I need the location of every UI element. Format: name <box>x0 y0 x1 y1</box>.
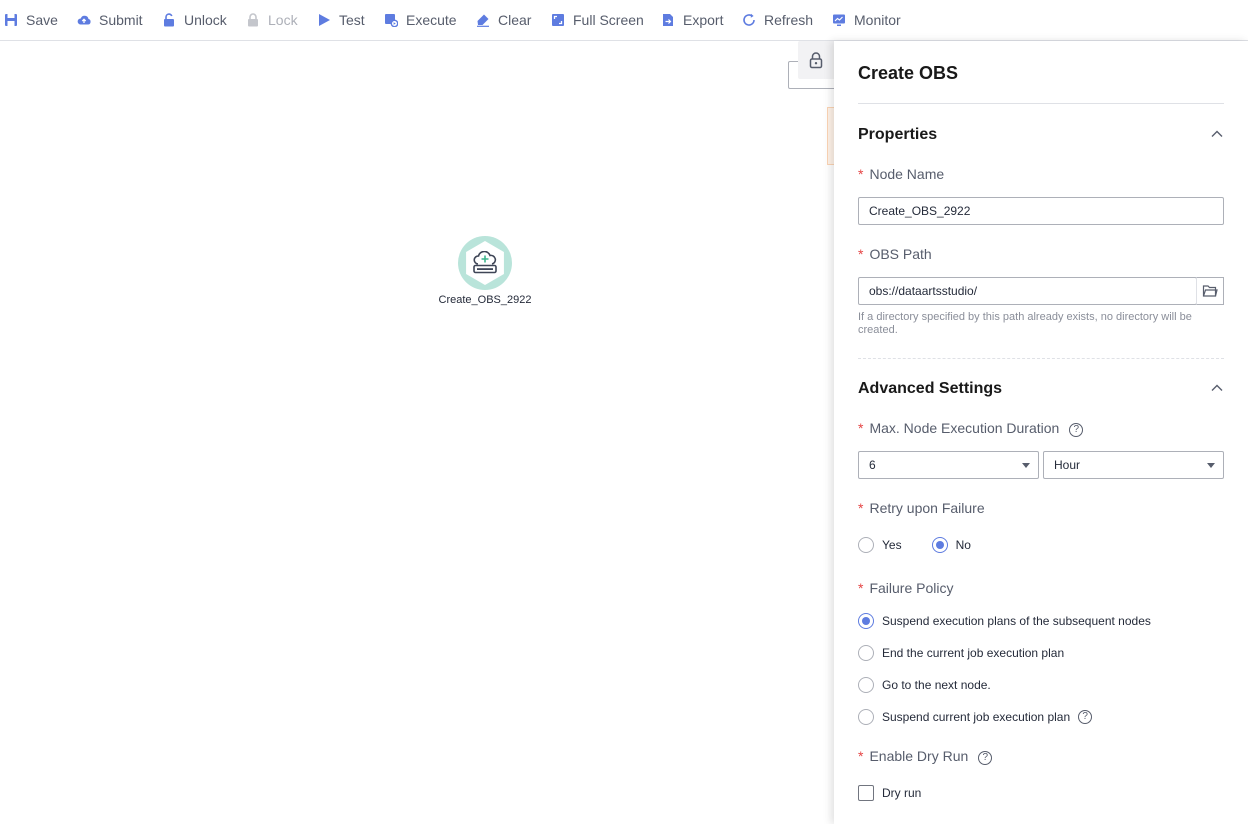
retry-yes-radio[interactable] <box>858 537 874 553</box>
panel-title: Create OBS <box>858 63 959 83</box>
retry-no-radio[interactable] <box>931 537 948 553</box>
monitor-label: Monitor <box>854 12 901 28</box>
save-label: Save <box>26 12 58 28</box>
policy-option[interactable]: Go to the next node. <box>858 677 991 693</box>
node-label: Create_OBS_2922 <box>438 294 532 306</box>
lock-label: Lock <box>268 12 298 28</box>
full-screen-button[interactable]: Full Screen <box>551 0 644 40</box>
execute-label: Execute <box>406 12 457 28</box>
node-name-label: * Node Name <box>858 166 945 182</box>
execute-icon <box>385 14 398 27</box>
node-name-label-text: Node Name <box>869 166 945 182</box>
unlock-label: Unlock <box>184 12 227 28</box>
monitor-button[interactable]: Monitor <box>832 0 901 40</box>
policy-option[interactable]: Suspend current job execution plan ? <box>858 709 1093 725</box>
help-icon[interactable]: ? <box>1078 710 1093 724</box>
workflow-node[interactable]: Create_OBS_2922 <box>430 236 540 306</box>
folder-icon <box>1202 285 1218 297</box>
toolbar: Save Submit Unlock Lock Test Execute Cle… <box>0 0 1248 41</box>
obs-path-input[interactable]: obs://dataartsstudio/ <box>858 277 1197 305</box>
browse-path-button[interactable] <box>1196 277 1224 305</box>
lock-icon <box>809 52 823 69</box>
policy-radio[interactable] <box>858 613 874 629</box>
dry-run-option-label[interactable]: Dry run <box>882 786 921 800</box>
submit-button[interactable]: Submit <box>77 0 143 40</box>
obs-path-label-text: OBS Path <box>869 246 932 262</box>
save-icon <box>5 14 17 26</box>
dry-run-checkbox[interactable] <box>858 785 874 801</box>
help-icon[interactable]: ? <box>978 751 993 765</box>
node-properties-panel: Create OBS Properties * Node Name Create_… <box>834 41 1248 824</box>
failure-policy-label: * Failure Policy <box>858 580 954 596</box>
properties-section-title: Properties <box>858 126 938 143</box>
eraser-icon <box>477 14 489 27</box>
retry-no-label[interactable]: No <box>956 538 971 552</box>
full-screen-label: Full Screen <box>573 12 644 28</box>
policy-option[interactable]: End the current job execution plan <box>858 645 1064 661</box>
policy-label[interactable]: Go to the next node. <box>882 678 991 692</box>
clear-label: Clear <box>498 12 532 28</box>
duration-value: 6 <box>869 458 876 472</box>
execute-button[interactable]: Execute <box>384 0 457 40</box>
retry-label: * Retry upon Failure <box>858 500 985 516</box>
caret-down-icon <box>1207 463 1215 468</box>
clear-button[interactable]: Clear <box>476 0 531 40</box>
chevron-up-icon[interactable] <box>1210 127 1224 141</box>
panel-lock-button[interactable] <box>798 41 834 79</box>
duration-unit: Hour <box>1054 458 1081 472</box>
lock-icon <box>248 13 258 27</box>
policy-label[interactable]: Suspend current job execution plan <box>882 710 1070 724</box>
retry-label-text: Retry upon Failure <box>869 500 985 516</box>
advanced-settings-title: Advanced Settings <box>858 380 1003 397</box>
section-divider <box>858 358 1224 359</box>
duration-value-select[interactable]: 6 <box>858 451 1039 479</box>
duration-unit-select[interactable]: Hour <box>1043 451 1224 479</box>
chevron-up-icon[interactable] <box>1210 381 1224 395</box>
dry-run-label: * Enable Dry Run? <box>858 748 993 765</box>
export-button[interactable]: Export <box>661 0 723 40</box>
workflow-canvas[interactable]: Create_OBS_2922 <box>0 41 834 824</box>
obs-path-label: * OBS Path <box>858 246 932 262</box>
monitor-icon <box>833 14 845 26</box>
failure-policy-label-text: Failure Policy <box>869 580 954 596</box>
submit-label: Submit <box>99 12 143 28</box>
retry-yes-label[interactable]: Yes <box>882 538 902 552</box>
policy-option[interactable]: Suspend execution plans of the subsequen… <box>858 613 1151 629</box>
cloud-storage-icon <box>473 251 497 274</box>
refresh-label: Refresh <box>764 12 814 28</box>
max-duration-label-text: Max. Node Execution Duration <box>869 420 1060 436</box>
caret-down-icon <box>1022 463 1030 468</box>
export-icon <box>663 14 673 26</box>
lock-button[interactable]: Lock <box>246 0 298 40</box>
fullscreen-icon <box>552 14 564 26</box>
policy-label[interactable]: Suspend execution plans of the subsequen… <box>882 614 1151 628</box>
policy-radio[interactable] <box>858 645 874 661</box>
test-button[interactable]: Test <box>317 0 365 40</box>
node-ring <box>458 236 512 290</box>
dry-run-option[interactable]: Dry run <box>858 785 921 801</box>
save-button[interactable]: Save <box>4 0 58 40</box>
export-label: Export <box>683 12 724 28</box>
play-icon <box>319 14 330 26</box>
unlock-button[interactable]: Unlock <box>162 0 227 40</box>
policy-radio[interactable] <box>858 677 874 693</box>
test-label: Test <box>339 12 365 28</box>
divider <box>858 103 1224 104</box>
max-duration-label: * Max. Node Execution Duration? <box>858 420 1084 437</box>
dry-run-label-text: Enable Dry Run <box>869 748 969 764</box>
policy-radio[interactable] <box>858 709 874 725</box>
policy-label[interactable]: End the current job execution plan <box>882 646 1064 660</box>
obs-path-hint: If a directory specified by this path al… <box>858 311 1192 336</box>
cloud-upload-icon <box>77 15 91 25</box>
node-name-input[interactable]: Create_OBS_2922 <box>858 197 1224 225</box>
retry-radio-group: Yes No <box>858 537 971 553</box>
refresh-button[interactable]: Refresh <box>742 0 813 40</box>
unlock-icon <box>164 13 174 27</box>
refresh-icon <box>743 13 755 26</box>
node-hexagon <box>466 241 504 285</box>
help-icon[interactable]: ? <box>1069 423 1084 437</box>
